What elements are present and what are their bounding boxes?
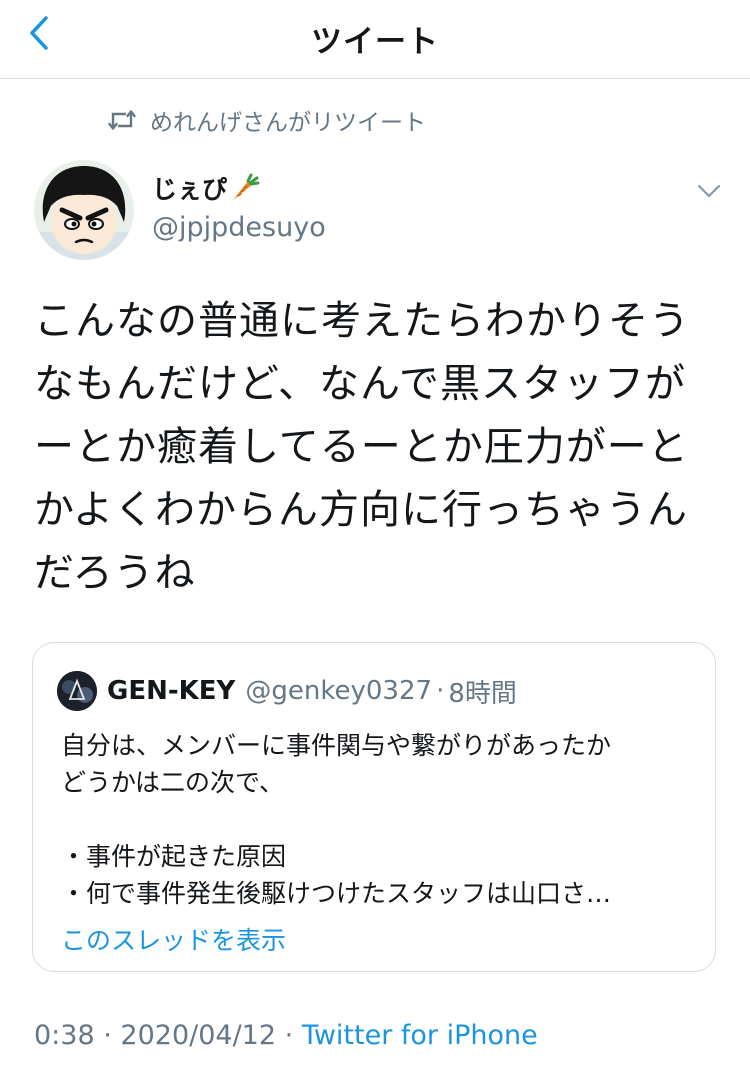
author-handle[interactable]: @jpjpdesuyo <box>152 212 326 243</box>
quoted-separator: · <box>436 676 445 706</box>
quoted-tweet-text: 自分は、メンバーに事件関与や繋がりがあったか どうかは二の次で、 ・事件が起きた… <box>61 731 612 908</box>
quoted-tweet[interactable]: GEN-KEY @genkey0327 · 8時間 自分は、メンバーに事件関与や… <box>32 642 716 972</box>
cartoon-face-avatar-image <box>34 160 134 260</box>
retweet-label: めれんげさんがリツイート <box>150 110 426 136</box>
retweet-icon <box>108 110 136 130</box>
tweet-time: 0:38 <box>34 1020 95 1051</box>
footer-separator: · <box>103 1020 112 1051</box>
retweet-context[interactable]: めれんげさんがリツイート <box>108 104 426 136</box>
tweet-options-button[interactable] <box>694 176 724 206</box>
quoted-tweet-header: GEN-KEY @genkey0327 · 8時間 <box>57 671 517 711</box>
avatar[interactable] <box>34 160 134 260</box>
page-title: ツイート <box>311 24 439 60</box>
author-name-row[interactable]: じぇぴ <box>152 170 260 206</box>
quoted-avatar <box>57 671 97 711</box>
quoted-avatar-image <box>57 671 97 711</box>
tweet-date: 2020/04/12 <box>120 1020 277 1051</box>
quoted-time: 8時間 <box>448 678 517 709</box>
chevron-down-icon <box>697 184 721 198</box>
tweet-text: こんなの普通に考えたらわかりそう なもんだけど、なんで黒スタッフが ーとか癒着し… <box>34 298 690 596</box>
tweet-footer: 0:38 · 2020/04/12 · Twitter for iPhone <box>34 1020 538 1051</box>
show-thread-link[interactable]: このスレッドを表示 <box>61 921 286 957</box>
quoted-author-handle: @genkey0327 <box>245 676 433 706</box>
top-bar: ツイート <box>0 0 750 79</box>
quoted-author-name: GEN-KEY <box>107 676 236 706</box>
author-name: じぇぴ <box>152 175 228 204</box>
tweet-source-link[interactable]: Twitter for iPhone <box>302 1020 538 1051</box>
carrot-icon <box>233 173 260 200</box>
footer-separator: · <box>284 1020 294 1051</box>
